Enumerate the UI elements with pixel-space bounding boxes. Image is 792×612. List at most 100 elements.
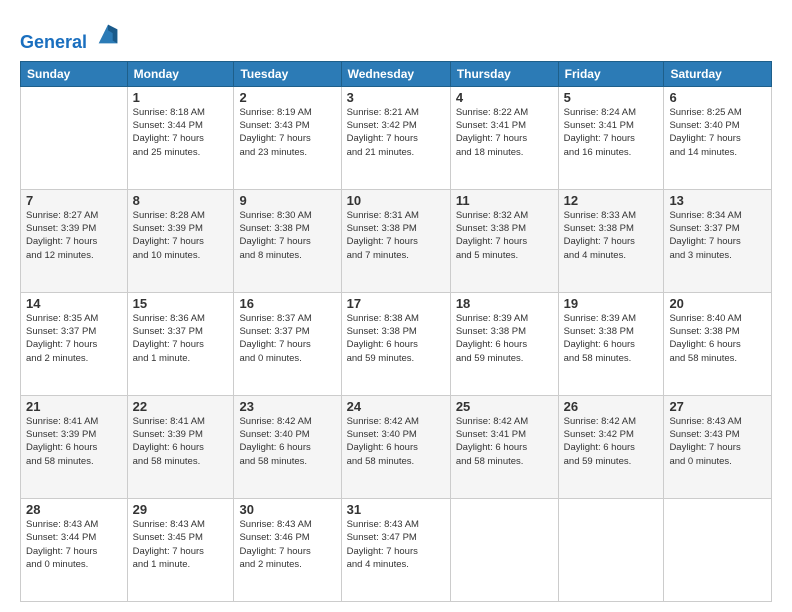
day-number: 21 [26, 399, 122, 414]
calendar-cell: 14Sunrise: 8:35 AM Sunset: 3:37 PM Dayli… [21, 292, 128, 395]
day-info: Sunrise: 8:24 AM Sunset: 3:41 PM Dayligh… [564, 106, 659, 159]
calendar-cell: 23Sunrise: 8:42 AM Sunset: 3:40 PM Dayli… [234, 395, 341, 498]
day-number: 5 [564, 90, 659, 105]
calendar-cell: 27Sunrise: 8:43 AM Sunset: 3:43 PM Dayli… [664, 395, 772, 498]
calendar-header-cell: Wednesday [341, 61, 450, 86]
day-number: 3 [347, 90, 445, 105]
calendar-cell: 20Sunrise: 8:40 AM Sunset: 3:38 PM Dayli… [664, 292, 772, 395]
calendar-table: SundayMondayTuesdayWednesdayThursdayFrid… [20, 61, 772, 602]
day-number: 7 [26, 193, 122, 208]
calendar-cell: 13Sunrise: 8:34 AM Sunset: 3:37 PM Dayli… [664, 189, 772, 292]
day-number: 20 [669, 296, 766, 311]
calendar-cell: 16Sunrise: 8:37 AM Sunset: 3:37 PM Dayli… [234, 292, 341, 395]
calendar-week-row: 7Sunrise: 8:27 AM Sunset: 3:39 PM Daylig… [21, 189, 772, 292]
calendar-cell: 18Sunrise: 8:39 AM Sunset: 3:38 PM Dayli… [450, 292, 558, 395]
day-info: Sunrise: 8:31 AM Sunset: 3:38 PM Dayligh… [347, 209, 445, 262]
calendar-cell: 24Sunrise: 8:42 AM Sunset: 3:40 PM Dayli… [341, 395, 450, 498]
calendar-cell: 31Sunrise: 8:43 AM Sunset: 3:47 PM Dayli… [341, 498, 450, 601]
calendar-cell [450, 498, 558, 601]
calendar-cell: 28Sunrise: 8:43 AM Sunset: 3:44 PM Dayli… [21, 498, 128, 601]
calendar-week-row: 21Sunrise: 8:41 AM Sunset: 3:39 PM Dayli… [21, 395, 772, 498]
day-number: 31 [347, 502, 445, 517]
day-number: 26 [564, 399, 659, 414]
calendar-body: 1Sunrise: 8:18 AM Sunset: 3:44 PM Daylig… [21, 86, 772, 601]
day-number: 18 [456, 296, 553, 311]
calendar-header-cell: Thursday [450, 61, 558, 86]
calendar-cell: 9Sunrise: 8:30 AM Sunset: 3:38 PM Daylig… [234, 189, 341, 292]
day-number: 14 [26, 296, 122, 311]
calendar-cell: 3Sunrise: 8:21 AM Sunset: 3:42 PM Daylig… [341, 86, 450, 189]
calendar-cell: 10Sunrise: 8:31 AM Sunset: 3:38 PM Dayli… [341, 189, 450, 292]
day-number: 17 [347, 296, 445, 311]
calendar-header-cell: Monday [127, 61, 234, 86]
day-number: 8 [133, 193, 229, 208]
calendar-header-row: SundayMondayTuesdayWednesdayThursdayFrid… [21, 61, 772, 86]
day-number: 28 [26, 502, 122, 517]
day-info: Sunrise: 8:38 AM Sunset: 3:38 PM Dayligh… [347, 312, 445, 365]
day-info: Sunrise: 8:22 AM Sunset: 3:41 PM Dayligh… [456, 106, 553, 159]
day-info: Sunrise: 8:36 AM Sunset: 3:37 PM Dayligh… [133, 312, 229, 365]
day-number: 25 [456, 399, 553, 414]
calendar-cell: 4Sunrise: 8:22 AM Sunset: 3:41 PM Daylig… [450, 86, 558, 189]
calendar-week-row: 1Sunrise: 8:18 AM Sunset: 3:44 PM Daylig… [21, 86, 772, 189]
day-info: Sunrise: 8:35 AM Sunset: 3:37 PM Dayligh… [26, 312, 122, 365]
calendar-cell: 6Sunrise: 8:25 AM Sunset: 3:40 PM Daylig… [664, 86, 772, 189]
calendar-header-cell: Sunday [21, 61, 128, 86]
day-info: Sunrise: 8:30 AM Sunset: 3:38 PM Dayligh… [239, 209, 335, 262]
day-number: 13 [669, 193, 766, 208]
day-number: 1 [133, 90, 229, 105]
calendar-cell: 15Sunrise: 8:36 AM Sunset: 3:37 PM Dayli… [127, 292, 234, 395]
logo-text: General [20, 20, 122, 53]
calendar-header-cell: Friday [558, 61, 664, 86]
calendar-week-row: 28Sunrise: 8:43 AM Sunset: 3:44 PM Dayli… [21, 498, 772, 601]
day-info: Sunrise: 8:32 AM Sunset: 3:38 PM Dayligh… [456, 209, 553, 262]
day-info: Sunrise: 8:43 AM Sunset: 3:46 PM Dayligh… [239, 518, 335, 571]
day-number: 30 [239, 502, 335, 517]
calendar-week-row: 14Sunrise: 8:35 AM Sunset: 3:37 PM Dayli… [21, 292, 772, 395]
day-info: Sunrise: 8:42 AM Sunset: 3:40 PM Dayligh… [239, 415, 335, 468]
day-info: Sunrise: 8:19 AM Sunset: 3:43 PM Dayligh… [239, 106, 335, 159]
day-number: 29 [133, 502, 229, 517]
day-number: 9 [239, 193, 335, 208]
day-number: 10 [347, 193, 445, 208]
day-number: 15 [133, 296, 229, 311]
calendar-cell: 12Sunrise: 8:33 AM Sunset: 3:38 PM Dayli… [558, 189, 664, 292]
calendar-cell: 8Sunrise: 8:28 AM Sunset: 3:39 PM Daylig… [127, 189, 234, 292]
day-number: 12 [564, 193, 659, 208]
calendar-cell: 21Sunrise: 8:41 AM Sunset: 3:39 PM Dayli… [21, 395, 128, 498]
calendar-header-cell: Saturday [664, 61, 772, 86]
calendar-cell: 19Sunrise: 8:39 AM Sunset: 3:38 PM Dayli… [558, 292, 664, 395]
day-number: 24 [347, 399, 445, 414]
calendar-cell: 11Sunrise: 8:32 AM Sunset: 3:38 PM Dayli… [450, 189, 558, 292]
day-info: Sunrise: 8:41 AM Sunset: 3:39 PM Dayligh… [133, 415, 229, 468]
day-info: Sunrise: 8:43 AM Sunset: 3:44 PM Dayligh… [26, 518, 122, 571]
calendar-cell: 1Sunrise: 8:18 AM Sunset: 3:44 PM Daylig… [127, 86, 234, 189]
calendar-cell: 29Sunrise: 8:43 AM Sunset: 3:45 PM Dayli… [127, 498, 234, 601]
logo-icon [94, 20, 122, 48]
day-info: Sunrise: 8:42 AM Sunset: 3:42 PM Dayligh… [564, 415, 659, 468]
day-info: Sunrise: 8:41 AM Sunset: 3:39 PM Dayligh… [26, 415, 122, 468]
calendar-cell: 7Sunrise: 8:27 AM Sunset: 3:39 PM Daylig… [21, 189, 128, 292]
calendar-cell: 17Sunrise: 8:38 AM Sunset: 3:38 PM Dayli… [341, 292, 450, 395]
calendar-cell [664, 498, 772, 601]
logo: General [20, 20, 122, 53]
day-info: Sunrise: 8:34 AM Sunset: 3:37 PM Dayligh… [669, 209, 766, 262]
day-info: Sunrise: 8:33 AM Sunset: 3:38 PM Dayligh… [564, 209, 659, 262]
day-number: 11 [456, 193, 553, 208]
day-number: 2 [239, 90, 335, 105]
day-info: Sunrise: 8:42 AM Sunset: 3:41 PM Dayligh… [456, 415, 553, 468]
day-number: 6 [669, 90, 766, 105]
day-info: Sunrise: 8:27 AM Sunset: 3:39 PM Dayligh… [26, 209, 122, 262]
calendar-cell [21, 86, 128, 189]
day-info: Sunrise: 8:21 AM Sunset: 3:42 PM Dayligh… [347, 106, 445, 159]
day-info: Sunrise: 8:42 AM Sunset: 3:40 PM Dayligh… [347, 415, 445, 468]
calendar-header-cell: Tuesday [234, 61, 341, 86]
day-info: Sunrise: 8:39 AM Sunset: 3:38 PM Dayligh… [456, 312, 553, 365]
day-number: 4 [456, 90, 553, 105]
calendar-cell [558, 498, 664, 601]
day-number: 22 [133, 399, 229, 414]
day-info: Sunrise: 8:37 AM Sunset: 3:37 PM Dayligh… [239, 312, 335, 365]
calendar-cell: 26Sunrise: 8:42 AM Sunset: 3:42 PM Dayli… [558, 395, 664, 498]
day-info: Sunrise: 8:39 AM Sunset: 3:38 PM Dayligh… [564, 312, 659, 365]
day-info: Sunrise: 8:18 AM Sunset: 3:44 PM Dayligh… [133, 106, 229, 159]
